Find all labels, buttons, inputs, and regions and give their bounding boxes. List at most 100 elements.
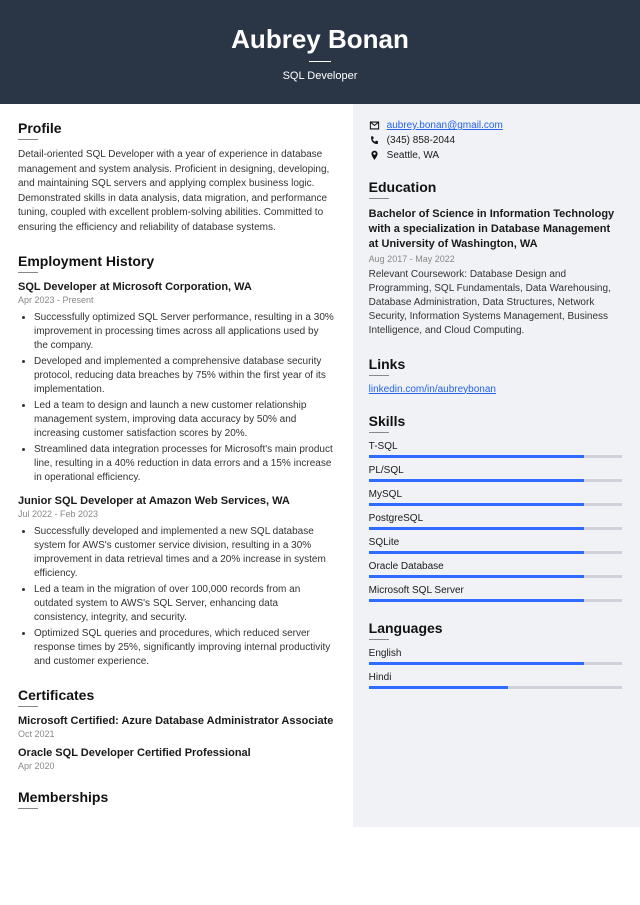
location-text: Seattle, WA: [387, 150, 439, 161]
skill-name: PL/SQL: [369, 465, 622, 476]
section-underline: [369, 432, 389, 433]
language-row: Hindi: [369, 672, 622, 689]
header-underline: [309, 61, 331, 62]
education-date: Aug 2017 - May 2022: [369, 254, 622, 264]
skill-row: SQLite: [369, 537, 622, 554]
skills-heading: Skills: [369, 413, 622, 429]
section-underline: [18, 139, 38, 140]
skill-bar-fill: [369, 599, 584, 602]
skill-bar: [369, 455, 622, 458]
language-bar: [369, 662, 622, 665]
contact-location: Seattle, WA: [369, 150, 622, 161]
language-bar-fill: [369, 662, 584, 665]
profile-text: Detail-oriented SQL Developer with a yea…: [18, 148, 335, 235]
language-name: Hindi: [369, 672, 622, 683]
job-bullets: Successfully developed and implemented a…: [18, 525, 335, 669]
skill-bar: [369, 527, 622, 530]
skill-bar: [369, 551, 622, 554]
skill-name: PostgreSQL: [369, 513, 622, 524]
skill-row: MySQL: [369, 489, 622, 506]
job-entry: SQL Developer at Microsoft Corporation, …: [18, 281, 335, 485]
language-row: English: [369, 648, 622, 665]
job-title: SQL Developer at Microsoft Corporation, …: [18, 281, 335, 293]
education-title: Bachelor of Science in Information Techn…: [369, 207, 622, 252]
certificates-heading: Certificates: [18, 687, 335, 703]
links-section: Links linkedin.com/in/aubreybonan: [369, 356, 622, 395]
profile-section: Profile Detail-oriented SQL Developer wi…: [18, 120, 335, 235]
job-bullets: Successfully optimized SQL Server perfor…: [18, 311, 335, 485]
skill-name: MySQL: [369, 489, 622, 500]
job-bullet: Successfully developed and implemented a…: [34, 525, 335, 581]
location-icon: [369, 150, 380, 161]
certificates-section: Certificates Microsoft Certified: Azure …: [18, 687, 335, 771]
certificate-title: Oracle SQL Developer Certified Professio…: [18, 747, 335, 759]
skill-bar: [369, 599, 622, 602]
skill-row: PostgreSQL: [369, 513, 622, 530]
resume-header: Aubrey Bonan SQL Developer: [0, 0, 640, 104]
person-title: SQL Developer: [0, 70, 640, 82]
memberships-section: Memberships: [18, 789, 335, 809]
skill-bar: [369, 479, 622, 482]
phone-text: (345) 858-2044: [387, 135, 455, 146]
language-bar-fill: [369, 686, 508, 689]
section-underline: [18, 272, 38, 273]
contact-email: aubrey.bonan@gmail.com: [369, 120, 622, 131]
skill-row: PL/SQL: [369, 465, 622, 482]
job-bullet: Successfully optimized SQL Server perfor…: [34, 311, 335, 353]
job-title: Junior SQL Developer at Amazon Web Servi…: [18, 495, 335, 507]
contact-section: aubrey.bonan@gmail.com (345) 858-2044 Se…: [369, 120, 622, 161]
education-heading: Education: [369, 179, 622, 195]
education-section: Education Bachelor of Science in Informa…: [369, 179, 622, 338]
envelope-icon: [369, 120, 380, 131]
job-bullet: Led a team to design and launch a new cu…: [34, 399, 335, 441]
profile-heading: Profile: [18, 120, 335, 136]
section-underline: [18, 706, 38, 707]
skill-bar-fill: [369, 455, 584, 458]
section-underline: [18, 808, 38, 809]
linkedin-link[interactable]: linkedin.com/in/aubreybonan: [369, 384, 496, 395]
right-column: aubrey.bonan@gmail.com (345) 858-2044 Se…: [353, 104, 640, 827]
job-date: Apr 2023 - Present: [18, 295, 335, 305]
phone-icon: [369, 135, 380, 146]
person-name: Aubrey Bonan: [0, 24, 640, 55]
job-bullet: Led a team in the migration of over 100,…: [34, 583, 335, 625]
job-date: Jul 2022 - Feb 2023: [18, 509, 335, 519]
skill-row: Oracle Database: [369, 561, 622, 578]
email-link[interactable]: aubrey.bonan@gmail.com: [387, 120, 503, 131]
certificate-date: Apr 2020: [18, 761, 335, 771]
language-name: English: [369, 648, 622, 659]
skill-bar-fill: [369, 551, 584, 554]
contact-phone: (345) 858-2044: [369, 135, 622, 146]
resume-body: Profile Detail-oriented SQL Developer wi…: [0, 104, 640, 827]
certificate-title: Microsoft Certified: Azure Database Admi…: [18, 715, 335, 727]
education-description: Relevant Coursework: Database Design and…: [369, 268, 622, 338]
languages-section: Languages English Hindi: [369, 620, 622, 689]
skill-row: Microsoft SQL Server: [369, 585, 622, 602]
section-underline: [369, 375, 389, 376]
employment-heading: Employment History: [18, 253, 335, 269]
employment-section: Employment History SQL Developer at Micr…: [18, 253, 335, 669]
language-bar: [369, 686, 622, 689]
skill-name: Microsoft SQL Server: [369, 585, 622, 596]
skill-bar-fill: [369, 575, 584, 578]
skill-name: T-SQL: [369, 441, 622, 452]
left-column: Profile Detail-oriented SQL Developer wi…: [0, 104, 353, 827]
section-underline: [369, 198, 389, 199]
job-bullet: Developed and implemented a comprehensiv…: [34, 355, 335, 397]
skill-row: T-SQL: [369, 441, 622, 458]
skill-bar: [369, 575, 622, 578]
skill-name: Oracle Database: [369, 561, 622, 572]
job-bullet: Streamlined data integration processes f…: [34, 443, 335, 485]
job-entry: Junior SQL Developer at Amazon Web Servi…: [18, 495, 335, 669]
skill-bar-fill: [369, 503, 584, 506]
skill-bar-fill: [369, 479, 584, 482]
section-underline: [369, 639, 389, 640]
skill-bar-fill: [369, 527, 584, 530]
languages-heading: Languages: [369, 620, 622, 636]
skills-section: Skills T-SQL PL/SQL MySQL PostgreSQL SQLite O…: [369, 413, 622, 602]
skill-bar: [369, 503, 622, 506]
skill-name: SQLite: [369, 537, 622, 548]
certificate-date: Oct 2021: [18, 729, 335, 739]
job-bullet: Optimized SQL queries and procedures, wh…: [34, 627, 335, 669]
memberships-heading: Memberships: [18, 789, 335, 805]
